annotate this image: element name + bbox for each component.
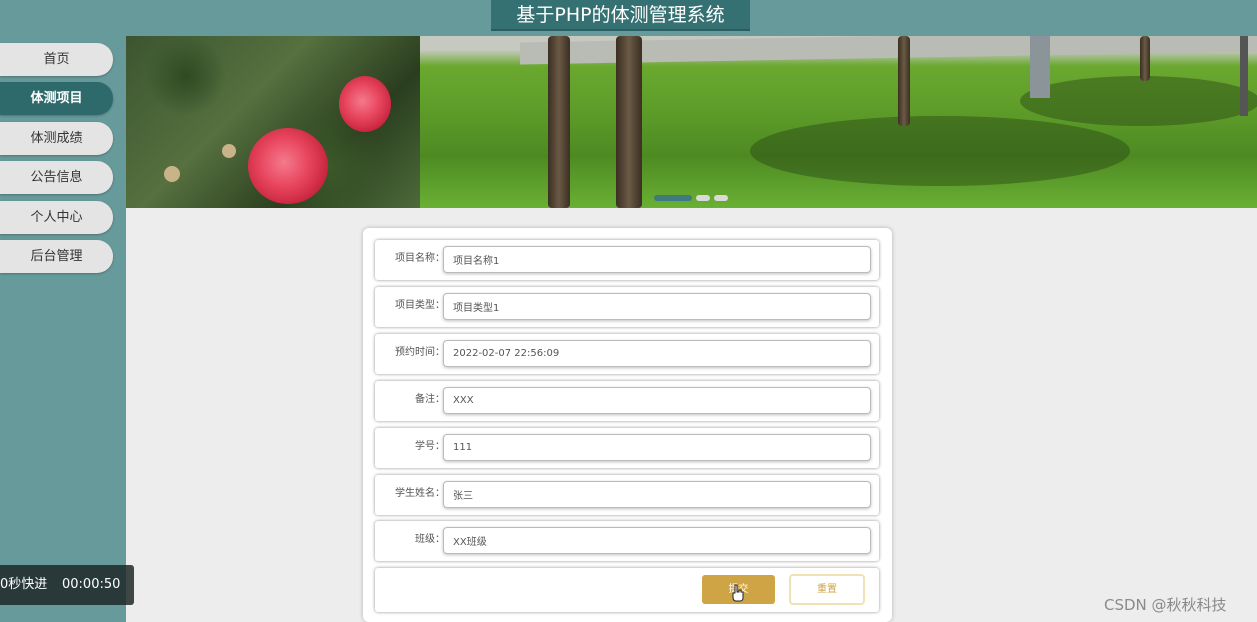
carousel-dot-1[interactable] [654, 195, 692, 201]
form-row-project-name: 项目名称： [375, 240, 879, 280]
field-label: 学号： [415, 441, 445, 452]
form-row-student-name: 学生姓名： [375, 475, 879, 515]
student-name-input[interactable] [443, 481, 871, 508]
form-row-project-type: 项目类型： [375, 287, 879, 327]
banner-carousel[interactable] [126, 36, 1257, 208]
form-row-remarks: 备注： [375, 381, 879, 421]
sidebar-item-personal-center[interactable]: 个人中心 [0, 201, 113, 234]
remarks-input[interactable] [443, 387, 871, 414]
watermark: CSDN @秋秋科技 [1104, 596, 1227, 614]
banner-image-park [420, 36, 1257, 208]
field-label: 预约时间： [395, 347, 445, 358]
class-input[interactable] [443, 527, 871, 554]
project-type-input[interactable] [443, 293, 871, 320]
form-row-student-id: 学号： [375, 428, 879, 468]
sidebar: 首页 体测项目 体测成绩 公告信息 个人中心 后台管理 [0, 36, 126, 622]
form-row-class: 班级： [375, 521, 879, 561]
field-label: 班级： [415, 534, 445, 545]
field-label: 备注： [415, 394, 445, 405]
field-label: 学生姓名： [395, 488, 445, 499]
hand-cursor-icon [732, 584, 744, 602]
banner-image-flowers [126, 36, 420, 208]
form-actions: 提交 重置 [375, 568, 879, 612]
project-detail-form: 项目名称： 项目类型： 预约时间： 备注： 学号： 学生姓名： 班级： 提交 重… [363, 228, 892, 622]
carousel-dot-3[interactable] [714, 195, 728, 201]
field-label: 项目名称： [395, 253, 445, 264]
sidebar-item-test-items[interactable]: 体测项目 [0, 82, 113, 115]
top-bar: 基于PHP的体测管理系统 [0, 0, 1257, 36]
project-name-input[interactable] [443, 246, 871, 273]
skip-label: 0秒快进 [0, 577, 48, 592]
carousel-indicators[interactable] [654, 186, 732, 201]
carousel-dot-2[interactable] [696, 195, 710, 201]
form-row-appointment-time: 预约时间： [375, 334, 879, 374]
sidebar-item-test-scores[interactable]: 体测成绩 [0, 122, 113, 155]
page-title: 基于PHP的体测管理系统 [491, 0, 750, 31]
sidebar-item-home[interactable]: 首页 [0, 43, 113, 76]
student-id-input[interactable] [443, 434, 871, 461]
video-skip-overlay[interactable]: 0秒快进 00:00:50 [0, 565, 134, 605]
sidebar-item-announcements[interactable]: 公告信息 [0, 161, 113, 194]
reset-button[interactable]: 重置 [789, 574, 865, 605]
sidebar-item-admin[interactable]: 后台管理 [0, 240, 113, 273]
video-timestamp: 00:00:50 [62, 577, 121, 592]
field-label: 项目类型： [395, 300, 445, 311]
appointment-time-input[interactable] [443, 340, 871, 367]
